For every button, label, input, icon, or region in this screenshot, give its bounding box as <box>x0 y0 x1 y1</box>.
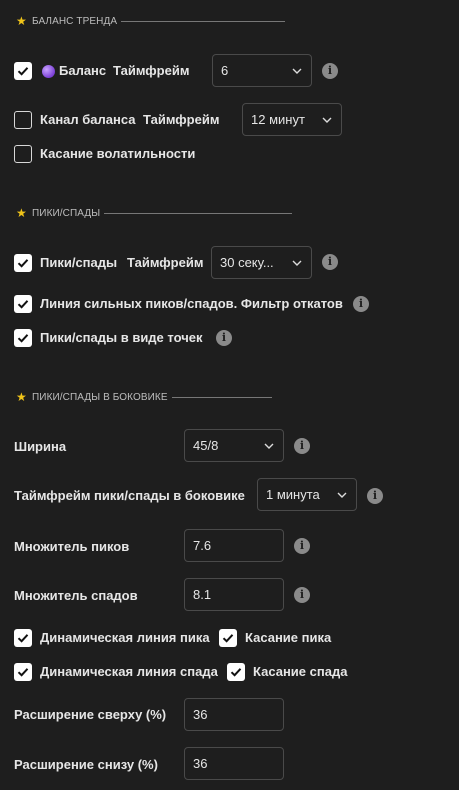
trough-multiplier-label: Множитель спадов <box>14 588 138 603</box>
select-value: 12 минут <box>251 112 305 127</box>
info-icon[interactable]: i <box>294 538 310 554</box>
dynamic-trough-label: Динамическая линия спада <box>40 664 218 679</box>
section-title: БАЛАНС ТРЕНДА <box>32 15 118 27</box>
info-icon[interactable]: i <box>216 330 232 346</box>
balance-timeframe-select[interactable]: 6 <box>212 54 312 87</box>
touch-peak-checkbox[interactable] <box>219 629 237 647</box>
trough-multiplier-input[interactable]: 8.1 <box>184 578 284 611</box>
strong-line-label: Линия сильных пиков/спадов. Фильтр откат… <box>40 296 343 311</box>
star-icon: ★ <box>16 390 27 404</box>
chevron-down-icon <box>322 117 332 123</box>
input-value: 8.1 <box>193 587 212 602</box>
section-divider <box>104 212 293 214</box>
extension-bottom-input[interactable]: 36 <box>184 747 284 780</box>
dots-label: Пики/спады в виде точек <box>40 330 203 345</box>
select-value: 30 секу... <box>220 255 274 270</box>
section-divider <box>121 20 286 22</box>
sideways-timeframe-select[interactable]: 1 минута <box>257 478 357 511</box>
dots-checkbox[interactable] <box>14 329 32 347</box>
channel-label: Канал баланса <box>40 112 136 127</box>
dynamic-peak-checkbox[interactable] <box>14 629 32 647</box>
peaks-label: Пики/спады <box>40 255 118 270</box>
chevron-down-icon <box>264 443 274 449</box>
volatility-checkbox[interactable] <box>14 145 32 163</box>
checkmark-icon <box>17 259 29 268</box>
info-icon[interactable]: i <box>322 63 338 79</box>
chevron-down-icon <box>337 492 347 498</box>
channel-timeframe-select[interactable]: 12 минут <box>242 103 342 136</box>
channel-checkbox[interactable] <box>14 111 32 129</box>
checkmark-icon <box>230 668 242 677</box>
section-divider <box>171 396 272 398</box>
input-value: 36 <box>193 756 208 771</box>
peaks-timeframe-label: Таймфрейм <box>127 255 204 270</box>
sideways-timeframe-label: Таймфрейм пики/спады в боковике <box>14 488 245 503</box>
volatility-label: Касание волатильности <box>40 146 196 161</box>
checkmark-icon <box>17 67 29 76</box>
width-label: Ширина <box>14 439 67 454</box>
info-icon[interactable]: i <box>367 488 383 504</box>
chevron-down-icon <box>292 260 302 266</box>
extension-bottom-label: Расширение снизу (%) <box>14 757 158 772</box>
balance-timeframe-label: Таймфрейм <box>113 63 190 78</box>
touch-trough-label: Касание спада <box>253 664 348 679</box>
touch-trough-checkbox[interactable] <box>227 663 245 681</box>
balance-color-dot-icon <box>42 65 55 78</box>
checkmark-icon <box>17 334 29 343</box>
section-header-balance-trend: ★ БАЛАНС ТРЕНДА <box>16 14 286 28</box>
touch-peak-label: Касание пика <box>245 630 332 645</box>
strong-line-checkbox[interactable] <box>14 295 32 313</box>
section-title: ПИКИ/СПАДЫ <box>32 207 101 219</box>
channel-timeframe-label: Таймфрейм <box>143 112 220 127</box>
peaks-timeframe-select[interactable]: 30 секу... <box>211 246 312 279</box>
input-value: 7.6 <box>193 538 212 553</box>
checkmark-icon <box>17 300 29 309</box>
checkmark-icon <box>17 668 29 677</box>
width-select[interactable]: 45/8 <box>184 429 284 462</box>
section-header-peaks: ★ ПИКИ/СПАДЫ <box>16 206 293 220</box>
peaks-checkbox[interactable] <box>14 254 32 272</box>
select-value: 6 <box>221 63 229 78</box>
star-icon: ★ <box>16 206 27 220</box>
info-icon[interactable]: i <box>294 438 310 454</box>
dynamic-trough-checkbox[interactable] <box>14 663 32 681</box>
extension-top-input[interactable]: 36 <box>184 698 284 731</box>
checkmark-icon <box>17 634 29 643</box>
balance-checkbox[interactable] <box>14 62 32 80</box>
checkmark-icon <box>222 634 234 643</box>
chevron-down-icon <box>292 68 302 74</box>
section-title: ПИКИ/СПАДЫ В БОКОВИКЕ <box>32 391 168 403</box>
info-icon[interactable]: i <box>353 296 369 312</box>
star-icon: ★ <box>16 14 27 28</box>
balance-label: Баланс <box>59 63 107 78</box>
info-icon[interactable]: i <box>294 587 310 603</box>
select-value: 1 минута <box>266 487 320 502</box>
section-header-sideways: ★ ПИКИ/СПАДЫ В БОКОВИКЕ <box>16 390 272 404</box>
peak-multiplier-input[interactable]: 7.6 <box>184 529 284 562</box>
extension-top-label: Расширение сверху (%) <box>14 707 167 722</box>
dynamic-peak-label: Динамическая линия пика <box>40 630 210 645</box>
input-value: 36 <box>193 707 208 722</box>
peak-multiplier-label: Множитель пиков <box>14 539 130 554</box>
info-icon[interactable]: i <box>322 254 338 270</box>
select-value: 45/8 <box>193 438 219 453</box>
